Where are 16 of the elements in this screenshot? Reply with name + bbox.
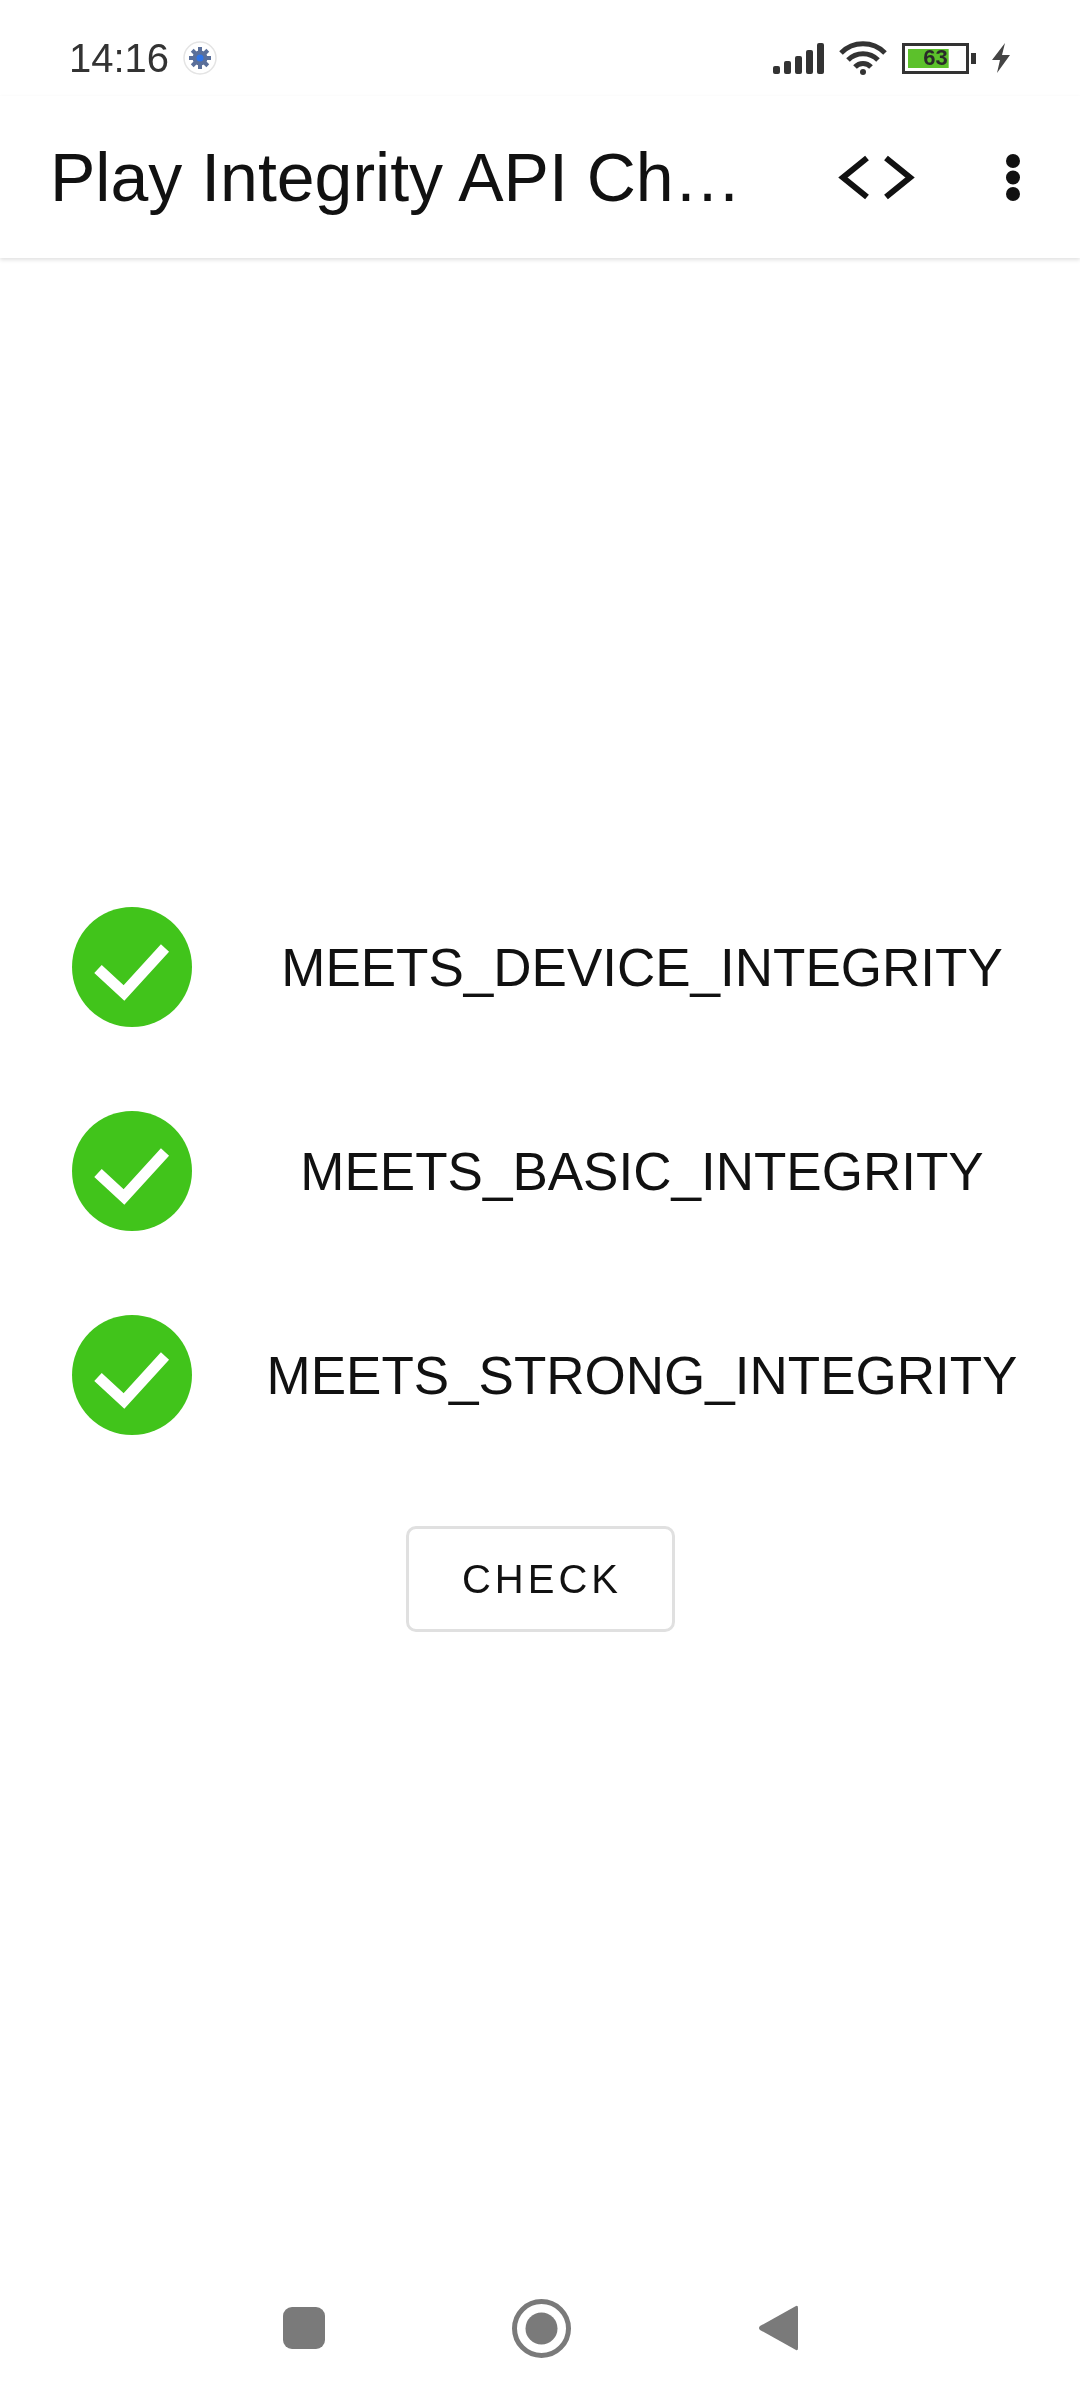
square-icon[interactable]	[282, 2307, 325, 2349]
integrity-label: MEETS_DEVICE_INTEGRITY	[281, 936, 1003, 998]
back-icon[interactable]	[757, 2304, 798, 2352]
check-button[interactable]: CHECK	[405, 1526, 675, 1632]
code-icon[interactable]	[837, 154, 916, 200]
integrity-label: MEETS_STRONG_INTEGRITY	[266, 1344, 1018, 1406]
gear-icon	[183, 41, 218, 75]
overflow-menu-icon[interactable]	[1005, 152, 1021, 202]
wifi-icon	[838, 41, 888, 75]
signal-icon	[773, 42, 824, 74]
charging-bolt-icon	[990, 43, 1012, 73]
integrity-label: MEETS_BASIC_INTEGRITY	[300, 1140, 984, 1202]
battery-indicator: 63	[902, 42, 976, 74]
app-title: Play Integrity API Ch…	[50, 138, 742, 216]
home-icon[interactable]	[511, 2298, 571, 2358]
status-time: 14:16	[69, 35, 170, 81]
